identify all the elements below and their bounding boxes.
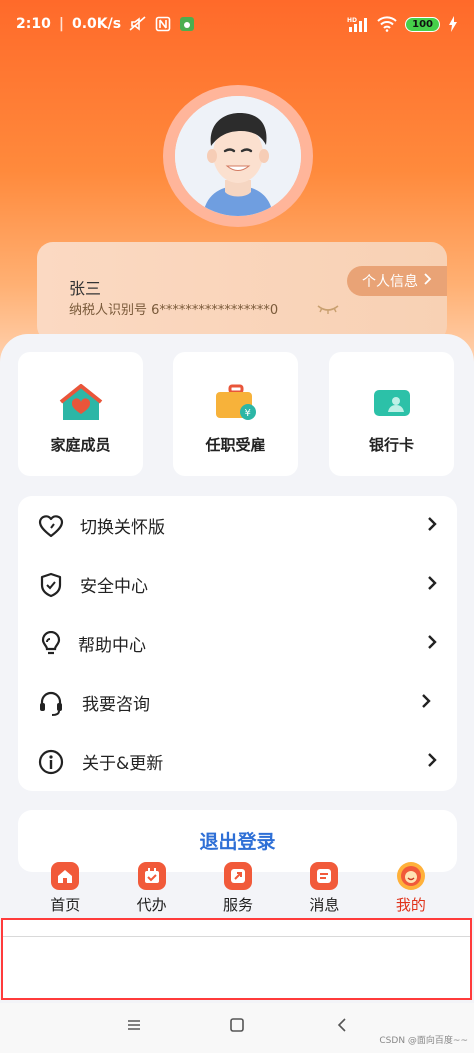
- shield-icon: [38, 572, 64, 598]
- calendar-icon: [137, 862, 166, 890]
- menu-item-security[interactable]: 安全中心: [18, 555, 457, 614]
- tab-home[interactable]: 首页: [22, 860, 108, 918]
- tab-label: 消息: [309, 896, 340, 914]
- profile-icon: [396, 862, 425, 890]
- menu-item-care-mode[interactable]: 切换关怀版: [18, 496, 457, 555]
- status-time: 2:10: [16, 16, 51, 32]
- home-icon: [51, 862, 80, 890]
- app-notification-icon: [179, 16, 195, 32]
- divider: [3, 936, 470, 937]
- closed-eye-icon[interactable]: [317, 300, 339, 319]
- menu-item-label: 帮助中心: [78, 636, 146, 656]
- tax-id: 纳税人识别号 6*****************0: [69, 303, 279, 318]
- svg-text:HD: HD: [347, 17, 357, 24]
- chevron-right-icon: [427, 516, 437, 536]
- quick-action-label: 任职受雇: [205, 436, 266, 454]
- charging-icon: [448, 16, 458, 32]
- wifi-icon: [377, 16, 397, 32]
- menu-item-label: 我要咨询: [82, 695, 150, 715]
- menu-item-consult[interactable]: 我要咨询: [18, 673, 457, 732]
- user-info-card: 张三 纳税人识别号 6*****************0 个人信息: [37, 242, 447, 342]
- tab-label: 我的: [395, 896, 426, 914]
- quick-action-label: 家庭成员: [50, 436, 111, 454]
- quick-action-employment[interactable]: ¥ 任职受雇: [173, 352, 298, 476]
- family-house-icon: [59, 384, 103, 426]
- info-icon: [38, 749, 64, 775]
- avatar[interactable]: [163, 85, 313, 227]
- quick-action-family[interactable]: 家庭成员: [18, 352, 143, 476]
- user-name: 张三: [69, 279, 102, 298]
- menu-item-label: 关于&更新: [82, 754, 164, 774]
- avatar-image: [175, 96, 301, 216]
- chevron-right-icon: [427, 575, 437, 595]
- back-icon[interactable]: [336, 1017, 348, 1037]
- tab-todo[interactable]: 代办: [108, 860, 194, 918]
- bank-card-icon: [370, 384, 414, 426]
- mute-icon: [129, 16, 147, 32]
- menu-item-about[interactable]: 关于&更新: [18, 732, 457, 791]
- nfc-icon: [155, 16, 171, 32]
- tab-service[interactable]: 服务: [195, 860, 281, 918]
- personal-info-button[interactable]: 个人信息: [347, 266, 447, 296]
- tab-label: 服务: [223, 896, 254, 914]
- quick-action-bank-card[interactable]: 银行卡: [329, 352, 454, 476]
- headset-icon: [38, 690, 64, 716]
- menu-item-label: 切换关怀版: [80, 518, 165, 538]
- menu-icon[interactable]: [126, 1017, 142, 1036]
- home-square-icon[interactable]: [229, 1017, 245, 1037]
- lightbulb-icon: [38, 630, 64, 657]
- bottom-tab-bar: 首页 代办 服务 消息 我的: [22, 860, 454, 918]
- tab-mine[interactable]: 我的: [368, 860, 454, 918]
- heart-icon: [38, 513, 64, 539]
- status-speed: 0.0K/s: [71, 16, 122, 32]
- tab-label: 首页: [50, 896, 81, 914]
- menu-item-label: 安全中心: [80, 577, 148, 597]
- signal-icon: HD: [347, 16, 369, 32]
- chevron-right-icon: [424, 273, 432, 289]
- chevron-right-icon: [421, 693, 431, 713]
- personal-info-label: 个人信息: [362, 274, 418, 290]
- tab-label: 代办: [136, 896, 167, 914]
- quick-action-label: 银行卡: [368, 436, 414, 454]
- service-icon: [224, 862, 253, 890]
- status-bar: 2:10 | 0.0K/s HD 100: [0, 0, 474, 48]
- watermark: CSDN @面向百度~~: [379, 1036, 468, 1046]
- chevron-right-icon: [427, 752, 437, 772]
- menu-item-help[interactable]: 帮助中心: [18, 614, 457, 673]
- svg-text:¥: ¥: [244, 408, 250, 419]
- logout-label: 退出登录: [199, 830, 276, 853]
- tab-messages[interactable]: 消息: [281, 860, 367, 918]
- briefcase-icon: ¥: [214, 384, 258, 426]
- highlighted-empty-region: [1, 918, 472, 1000]
- settings-menu: 切换关怀版 安全中心 帮助中心 我要咨询 关于&更新: [18, 496, 457, 791]
- message-icon: [310, 862, 339, 890]
- battery-indicator: 100: [405, 16, 440, 32]
- chevron-right-icon: [427, 634, 437, 654]
